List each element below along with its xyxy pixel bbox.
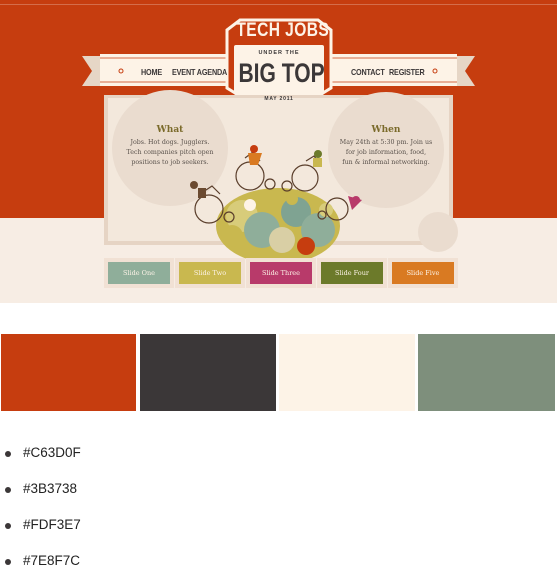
swatch-charcoal xyxy=(140,334,276,411)
paisley-hill-illustration xyxy=(216,188,340,264)
what-line: Jobs. Hot dogs. Jugglers. xyxy=(130,139,210,146)
logo-big-top-text: BIG TOP xyxy=(238,58,325,88)
hex-code: #C63D0F xyxy=(23,445,81,460)
bullet-icon xyxy=(5,487,11,493)
hex-code: #7E8F7C xyxy=(23,553,81,568)
slide-five-button[interactable]: Slide Five xyxy=(388,258,458,288)
when-description: May 24th at 5:30 pm. Join us for job inf… xyxy=(336,138,436,168)
bullet-icon xyxy=(5,451,11,457)
slide-four-button[interactable]: Slide Four xyxy=(317,258,387,288)
hex-code: #FDF3E7 xyxy=(23,517,81,532)
logo-under-the-text: UNDER THE xyxy=(258,50,300,56)
nav-contact-link[interactable]: CONTACT xyxy=(351,66,385,78)
swatch-cream xyxy=(279,334,415,411)
what-description: Jobs. Hot dogs. Jugglers. Tech companies… xyxy=(120,138,220,168)
what-heading: What xyxy=(156,125,184,135)
swatch-sage xyxy=(418,334,555,411)
swatch-orange xyxy=(1,334,136,411)
website-mockup-screenshot: HOME EVENT AGENDA CONTACT REGISTER TECH … xyxy=(0,0,557,303)
nav-home-link[interactable]: HOME xyxy=(141,66,162,78)
slide-one-button[interactable]: Slide One xyxy=(104,258,174,288)
when-heading: When xyxy=(371,125,401,135)
bullet-icon xyxy=(5,523,11,529)
when-line: for job information, food, xyxy=(345,149,427,156)
hex-code: #3B3738 xyxy=(23,481,78,496)
when-line: fun & informal networking. xyxy=(342,159,430,166)
nav-event-agenda-link[interactable]: EVENT AGENDA xyxy=(172,66,227,78)
slide-three-button[interactable]: Slide Three xyxy=(246,258,316,288)
logo-tech-jobs-text: TECH JOBS xyxy=(236,20,330,41)
nav-register-link[interactable]: REGISTER xyxy=(389,66,425,78)
slide-two-button[interactable]: Slide Two xyxy=(175,258,245,288)
what-line: positions to job seekers. xyxy=(131,159,209,166)
logo-date-text: MAY 2011 xyxy=(264,96,294,102)
bullet-icon xyxy=(5,559,11,565)
what-line: Tech companies pitch open xyxy=(126,149,214,156)
when-line: May 24th at 5:30 pm. Join us xyxy=(339,139,433,146)
